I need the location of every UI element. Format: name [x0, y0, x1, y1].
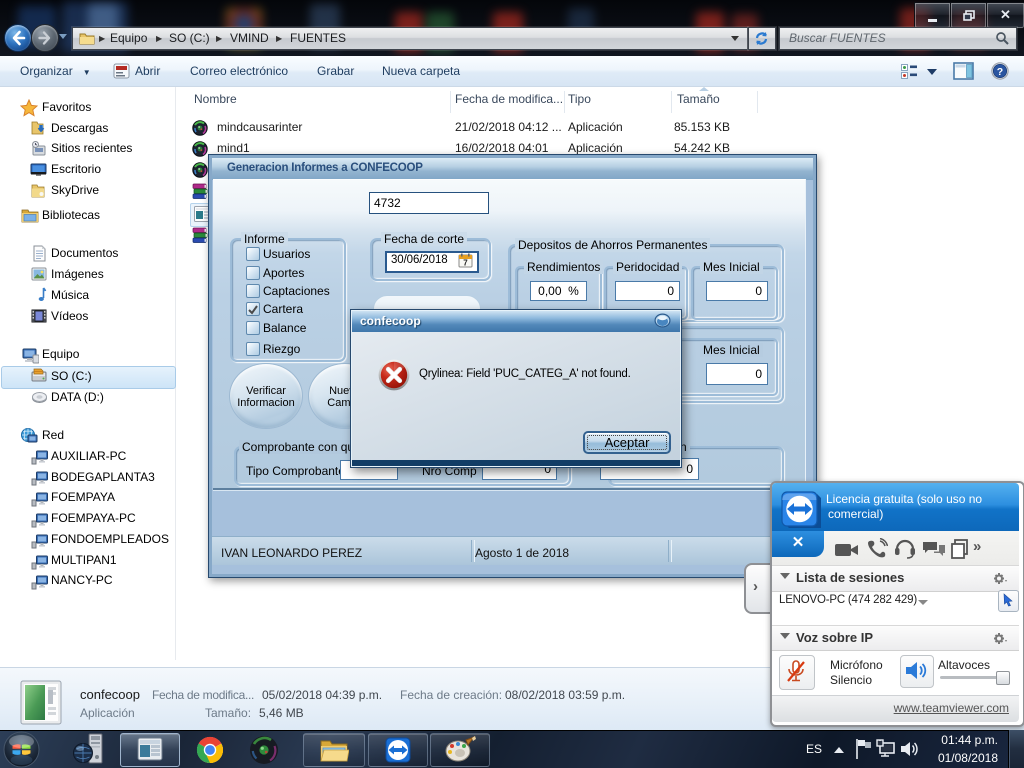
svg-text:?: ?	[997, 66, 1003, 78]
svg-text:7: 7	[463, 259, 468, 268]
